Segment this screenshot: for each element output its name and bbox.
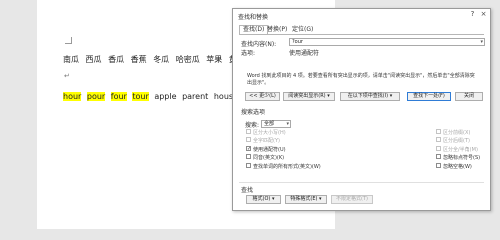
options-value: 使用通配符	[289, 50, 320, 57]
find-label: 查找内容(N):	[241, 41, 277, 48]
less-button[interactable]: << 更少(L)	[245, 92, 280, 101]
format-button[interactable]: 格式(O) ▾	[246, 195, 281, 204]
checkbox-label: 区分前缀(X)	[443, 130, 471, 136]
match-prefix-checkbox[interactable]: 区分前缀(X)	[436, 129, 471, 136]
use-wildcards-checkbox[interactable]: ✓ 使用通配符(U)	[246, 146, 286, 153]
ignore-punctuation-checkbox[interactable]: 忽略标点符号(S)	[436, 154, 481, 161]
match-suffix-checkbox[interactable]: 区分后缀(T)	[436, 137, 470, 144]
highlighted-word: hour	[63, 92, 82, 101]
close-button[interactable]: 关闭	[455, 92, 483, 101]
reading-highlight-button[interactable]: 阅读突出显示(R) ▾	[283, 92, 335, 101]
checkbox-label: 全字匹配(Y)	[253, 138, 280, 144]
word: 冬瓜	[153, 55, 170, 64]
word: 南瓜	[63, 55, 79, 64]
ignore-space-checkbox[interactable]: 忽略空格(W)	[436, 163, 472, 170]
result-notice: Word 找到此项目的 4 项。若要查看所有突出显示的项，请单击"阅读突出显示"…	[247, 73, 475, 86]
checkbox-label: 忽略标点符号(S)	[443, 155, 481, 161]
checkbox-label: 区分全/半角(M)	[443, 147, 478, 153]
help-button[interactable]: ?	[468, 10, 477, 19]
empty-paragraph-mark: ↵	[64, 72, 70, 80]
word: 香蕉	[130, 55, 147, 64]
checkbox-box	[246, 163, 251, 168]
all-word-forms-checkbox[interactable]: 查找单词的所有形式(英文)(W)	[246, 163, 321, 170]
word: parent	[182, 92, 209, 101]
checkbox-box	[246, 129, 251, 134]
search-label: 搜索:	[245, 122, 260, 129]
find-in-button[interactable]: 在以下项中查找(I) ▾	[340, 92, 400, 101]
checkbox-box	[436, 129, 441, 134]
close-icon[interactable]: ×	[479, 10, 488, 19]
checkbox-label: 区分大小写(H)	[253, 130, 286, 136]
match-width-checkbox[interactable]: 区分全/半角(M)	[436, 146, 478, 153]
options-label: 选项:	[241, 50, 256, 57]
checkbox-box	[436, 137, 441, 142]
no-formatting-button[interactable]: 不限定格式(T)	[331, 195, 373, 204]
find-input-value: ?our	[292, 39, 303, 45]
checkbox-label: 使用通配符(U)	[253, 147, 286, 153]
chevron-down-icon[interactable]: ▾	[480, 39, 483, 45]
checkbox-box	[246, 137, 251, 142]
find-input[interactable]: ?our ▾	[289, 38, 485, 46]
tab-goto[interactable]: 定位(G)	[289, 25, 316, 34]
checkbox-label: 忽略空格(W)	[443, 164, 472, 170]
find-section-label: 查找	[241, 187, 254, 194]
chevron-down-icon: ▾	[286, 121, 289, 127]
sounds-like-checkbox[interactable]: 同音(英文)(K)	[246, 154, 285, 161]
checkbox-label: 区分后缀(T)	[443, 138, 470, 144]
find-replace-dialog: 查找和替换 ? × 查找(D) 替换(P) 定位(G) 查找内容(N): ?ou…	[232, 8, 491, 211]
whole-word-checkbox[interactable]: 全字匹配(Y)	[246, 137, 280, 144]
highlighted-word: four	[110, 92, 127, 101]
search-options-label: 搜索选项	[241, 109, 266, 116]
word: apple	[154, 92, 177, 101]
checkbox-box	[436, 146, 441, 151]
highlighted-word: tour	[132, 92, 149, 101]
word: 苹果	[206, 55, 223, 64]
checkbox-label: 查找单词的所有形式(英文)(W)	[253, 164, 321, 170]
search-direction-select[interactable]: 全部 ▾	[261, 120, 291, 128]
word: 哈密瓜	[175, 55, 200, 64]
section-divider	[239, 182, 484, 183]
margin-corner-mark	[65, 37, 72, 44]
checkbox-box	[436, 154, 441, 159]
special-button[interactable]: 特殊格式(E) ▾	[285, 195, 327, 204]
check-icon: ✓	[246, 146, 252, 152]
checkbox-box	[436, 163, 441, 168]
search-direction-value: 全部	[264, 121, 275, 127]
word: 西瓜	[85, 55, 102, 64]
dialog-titlebar[interactable]: 查找和替换 ? ×	[233, 9, 490, 21]
checkbox-box	[246, 154, 251, 159]
match-case-checkbox[interactable]: 区分大小写(H)	[246, 129, 286, 136]
find-next-button[interactable]: 查找下一处(F)	[407, 92, 451, 101]
checkbox-label: 同音(英文)(K)	[253, 155, 285, 161]
highlighted-word: pour	[86, 92, 106, 101]
tab-replace[interactable]: 替换(P)	[264, 25, 290, 34]
word: 香瓜	[108, 55, 125, 64]
tab-divider	[239, 34, 484, 35]
dialog-title: 查找和替换	[238, 14, 269, 21]
